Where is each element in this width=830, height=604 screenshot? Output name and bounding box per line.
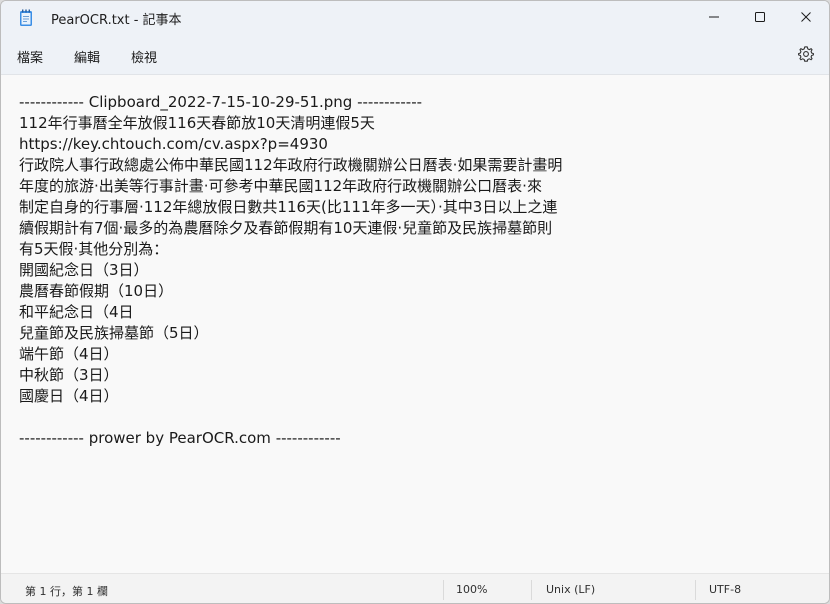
maximize-icon	[755, 12, 765, 22]
document-line: https://key.chtouch.com/cv.aspx?p=4930	[19, 135, 328, 153]
document-line: 112年行事曆全年放假116天春節放10天清明連假5天	[19, 114, 375, 132]
document-line: 續假期計有7個‧最多的為農曆除夕及春節假期有10天連假‧兒童節及民族掃墓節則	[19, 219, 553, 237]
document-line: 國慶日（4日）	[19, 387, 119, 405]
status-divider	[443, 580, 444, 600]
status-divider	[531, 580, 532, 600]
document-line: 行政院人事行政總處公佈中華民國112年政府行政機關辦公日曆表‧如果需要計畫明	[19, 156, 563, 174]
cursor-position[interactable]: 第 1 行，第 1 欄	[25, 583, 108, 599]
document-line: 開國紀念日（3日）	[19, 261, 149, 279]
document-line: 農曆春節假期（10日）	[19, 282, 174, 300]
menu-view[interactable]: 檢視	[131, 47, 157, 66]
line-ending[interactable]: Unix (LF)	[546, 583, 595, 596]
zoom-level[interactable]: 100%	[456, 583, 487, 596]
minimize-button[interactable]	[691, 1, 737, 33]
document-line: 端午節（4日）	[19, 345, 119, 363]
text-editor[interactable]: ------------ Clipboard_2022-7-15-10-29-5…	[1, 76, 829, 572]
document-line: 有5天假‧其他分別為：	[19, 240, 169, 258]
close-button[interactable]	[783, 1, 829, 33]
window-title: PearOCR.txt - 記事本	[51, 13, 182, 28]
notepad-icon	[19, 9, 33, 27]
title-bar[interactable]: PearOCR.txt - 記事本	[1, 1, 829, 35]
document-line: 年度的旅游‧出美等行事計畫‧可參考中華民國112年政府行政機關辦公口曆表‧來	[19, 177, 542, 195]
encoding[interactable]: UTF-8	[709, 583, 741, 596]
document-line: 和平紀念日（4日	[19, 303, 134, 321]
status-bar: 第 1 行，第 1 欄 100% Unix (LF) UTF-8	[1, 573, 829, 603]
gear-icon[interactable]	[797, 45, 815, 63]
document-line: ------------ prower by PearOCR.com -----…	[19, 429, 341, 447]
notepad-window: PearOCR.txt - 記事本 檔案 編輯 檢視 ------------ …	[0, 0, 830, 604]
document-line: 制定自身的行事層‧112年總放假日數共116天(比111年多一天）‧其中3日以上…	[19, 198, 558, 216]
menu-edit[interactable]: 編輯	[74, 47, 100, 66]
document-line: 中秋節（3日）	[19, 366, 119, 384]
menu-bar: 檔案 編輯 檢視	[1, 35, 829, 75]
document-line: 兒童節及民族掃墓節（5日）	[19, 324, 209, 342]
maximize-button[interactable]	[737, 1, 783, 33]
minimize-icon	[709, 16, 719, 18]
close-icon	[801, 12, 811, 22]
menu-file[interactable]: 檔案	[17, 47, 43, 66]
status-divider	[695, 580, 696, 600]
document-line: ------------ Clipboard_2022-7-15-10-29-5…	[19, 93, 423, 111]
